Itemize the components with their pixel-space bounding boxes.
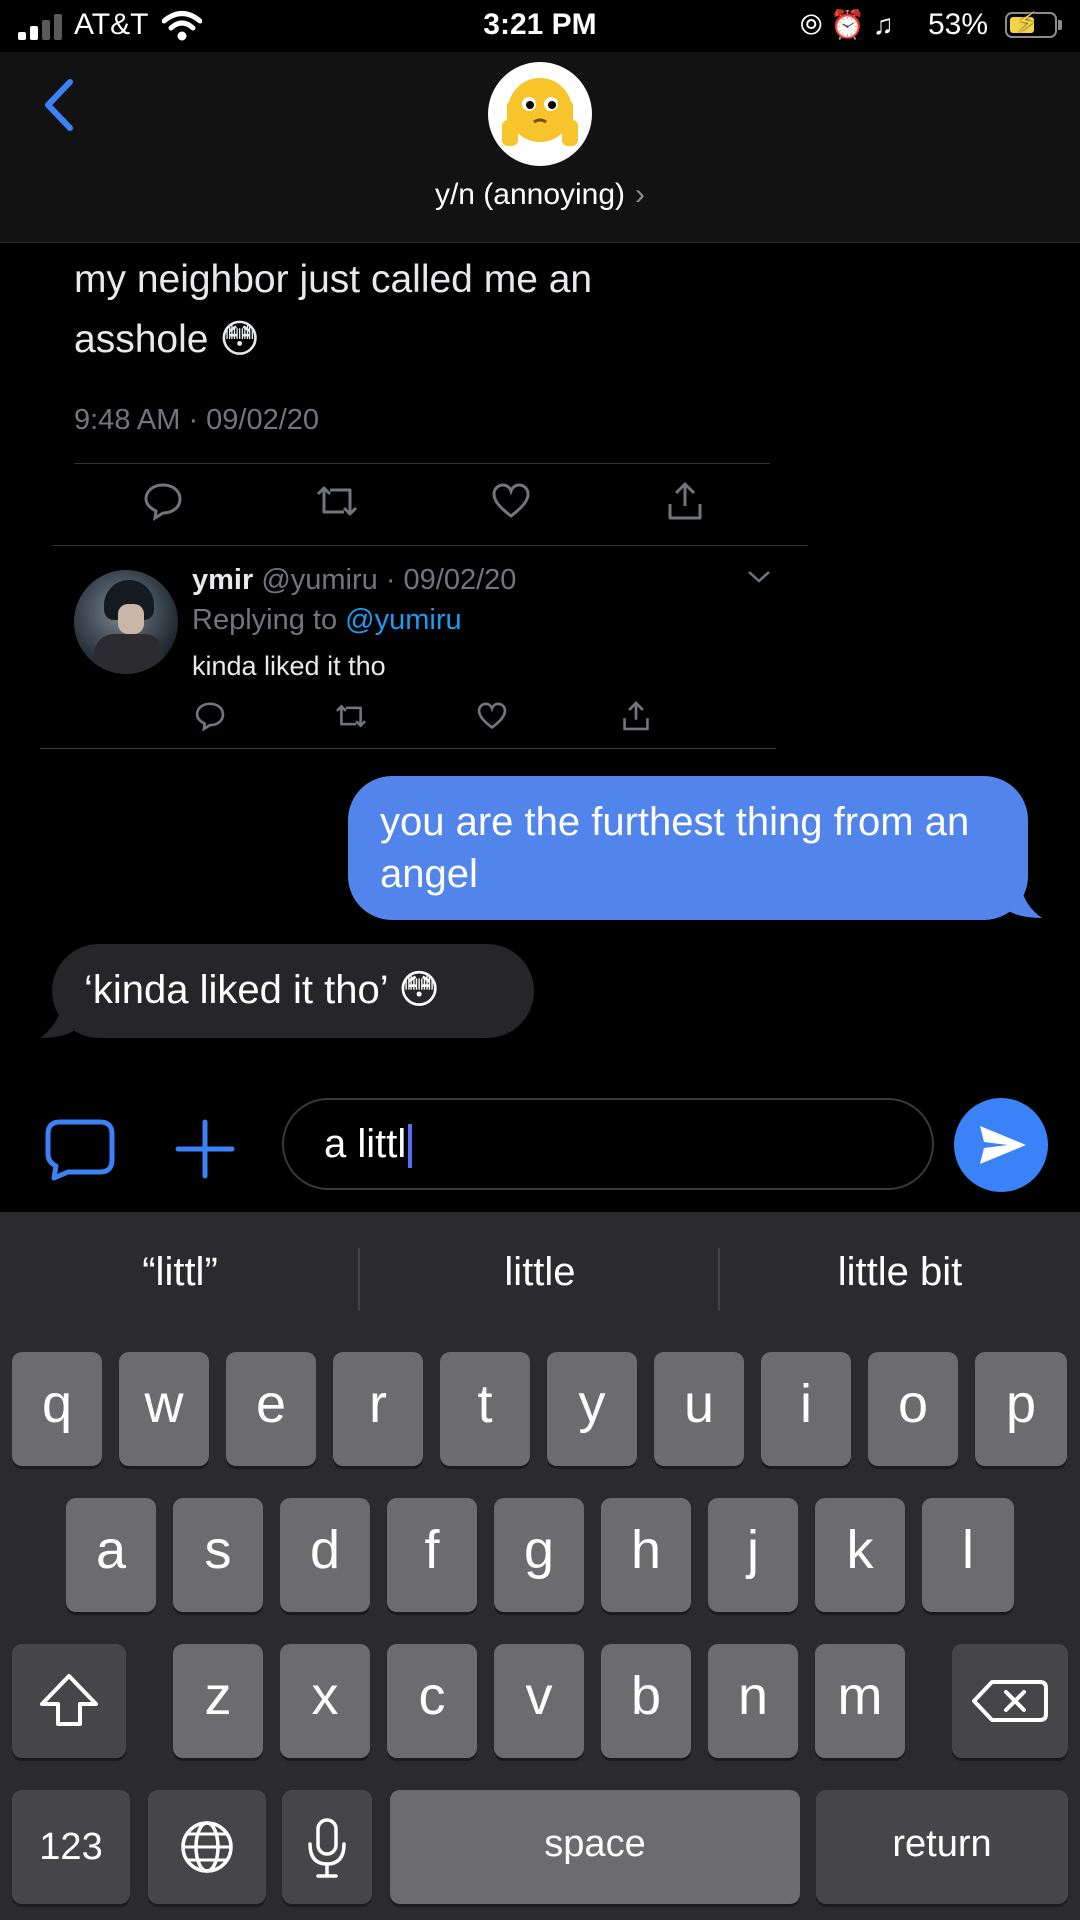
back-chevron-icon[interactable] <box>36 72 86 142</box>
divider <box>718 1248 720 1310</box>
send-arrow-icon <box>980 1126 1026 1164</box>
retweet-icon <box>316 486 358 516</box>
contact-avatar[interactable] <box>488 62 592 166</box>
bubble-tail <box>1000 880 1042 918</box>
suggestion-item[interactable]: “littl” <box>10 1250 350 1295</box>
contact-name-button[interactable]: y/n (annoying) › <box>0 178 1080 212</box>
send-button[interactable] <box>954 1098 1048 1192</box>
tweet-text: my neighbor just called me an asshole 😳 <box>74 258 593 361</box>
reply-handle-date: @yumiru · 09/02/20 <box>261 564 517 596</box>
tweet-actions <box>120 480 720 530</box>
flushed-face-emoji: 😳 <box>219 318 260 361</box>
delete-key[interactable] <box>952 1644 1068 1758</box>
incoming-message-text: ‘kinda liked it tho’ <box>84 968 388 1012</box>
key-y[interactable]: y <box>547 1352 637 1466</box>
tweet-timestamp: 9:48 AM · 09/02/20 <box>74 404 320 436</box>
return-key[interactable]: return <box>816 1790 1068 1904</box>
alarm-icon: ⏰ <box>830 9 866 40</box>
key-o[interactable]: o <box>868 1352 958 1466</box>
key-g[interactable]: g <box>494 1498 584 1612</box>
suggestion-item[interactable]: little <box>370 1250 710 1295</box>
chat-bubble-icon[interactable] <box>40 1114 116 1184</box>
like-heart-icon <box>477 702 507 730</box>
divider <box>74 463 770 464</box>
incoming-message-bubble[interactable]: ‘kinda liked it tho’ 😳 <box>52 944 534 1038</box>
key-l[interactable]: l <box>922 1498 1014 1612</box>
globe-key[interactable] <box>148 1790 266 1904</box>
flushed-face-emoji: 😳 <box>398 968 440 1012</box>
suggestion-item[interactable]: little bit <box>730 1250 1070 1295</box>
key-v[interactable]: v <box>494 1644 584 1758</box>
key-j[interactable]: j <box>708 1498 798 1612</box>
keyboard: “littl” little little bit q w e r t y u … <box>0 1212 1080 1920</box>
key-z[interactable]: z <box>173 1644 263 1758</box>
reply-username: ymir <box>192 564 254 596</box>
key-x[interactable]: x <box>280 1644 370 1758</box>
reply-avatar <box>74 570 178 674</box>
status-bar: AT&T 3:21 PM ⦾ ⏰ ♫ 53% ⚡ <box>0 0 1080 52</box>
key-h[interactable]: h <box>601 1498 691 1612</box>
reply-icon <box>144 483 182 521</box>
key-p[interactable]: p <box>975 1352 1067 1466</box>
mention-link: @yumiru <box>345 604 462 636</box>
key-t[interactable]: t <box>440 1352 530 1466</box>
numbers-key[interactable]: 123 <box>12 1790 130 1904</box>
key-k[interactable]: k <box>815 1498 905 1612</box>
key-q[interactable]: q <box>12 1352 102 1466</box>
microphone-icon <box>308 1818 346 1878</box>
dictation-key[interactable] <box>282 1790 372 1904</box>
key-d[interactable]: d <box>280 1498 370 1612</box>
reply-text: kinda liked it tho <box>192 651 386 681</box>
key-b[interactable]: b <box>601 1644 691 1758</box>
charging-bolt-icon: ⚡ <box>1016 7 1038 40</box>
backspace-icon <box>972 1680 1048 1722</box>
key-u[interactable]: u <box>654 1352 744 1466</box>
retweet-icon <box>336 704 366 728</box>
key-n[interactable]: n <box>708 1644 798 1758</box>
key-a[interactable]: a <box>66 1498 156 1612</box>
composer: a littl <box>0 1090 1080 1210</box>
message-input[interactable]: a littl <box>282 1098 934 1190</box>
replying-to: Replying to @yumiru <box>192 604 462 636</box>
divider <box>52 545 808 546</box>
like-heart-icon <box>492 483 530 518</box>
key-c[interactable]: c <box>387 1644 477 1758</box>
conversation-header: y/n (annoying) › <box>0 52 1080 243</box>
chevron-down-icon <box>748 571 770 583</box>
space-key[interactable]: space <box>390 1790 800 1904</box>
shift-key[interactable] <box>12 1644 126 1758</box>
battery-percent: 53% <box>928 8 989 41</box>
smiley-middle-fingers-icon <box>502 78 578 146</box>
key-f[interactable]: f <box>387 1498 477 1612</box>
key-e[interactable]: e <box>226 1352 316 1466</box>
reply-icon <box>195 702 225 732</box>
chevron-right-icon: › <box>635 178 646 211</box>
headphones-icon: ♫ <box>872 9 894 40</box>
divider <box>358 1248 360 1310</box>
globe-icon <box>181 1821 233 1873</box>
reply-header: ymir @yumiru · 09/02/20 <box>192 564 516 597</box>
bubble-tail <box>40 1000 82 1038</box>
key-s[interactable]: s <box>173 1498 263 1612</box>
contact-name: y/n (annoying) <box>434 178 626 211</box>
key-m[interactable]: m <box>815 1644 905 1758</box>
outgoing-message-bubble[interactable]: you are the furthest thing from an angel <box>348 776 1028 920</box>
rotation-lock-icon: ⦾ <box>800 9 823 40</box>
text-caret <box>408 1124 413 1169</box>
key-r[interactable]: r <box>333 1352 423 1466</box>
status-time: 3:21 PM <box>483 8 597 41</box>
share-icon <box>623 701 649 731</box>
divider <box>40 748 776 749</box>
share-icon <box>668 482 702 520</box>
shift-arrow-icon <box>40 1674 98 1726</box>
message-input-value: a littl <box>324 1122 407 1166</box>
key-i[interactable]: i <box>761 1352 851 1466</box>
plus-icon[interactable] <box>174 1118 236 1180</box>
reply-actions <box>192 700 672 740</box>
key-w[interactable]: w <box>119 1352 209 1466</box>
